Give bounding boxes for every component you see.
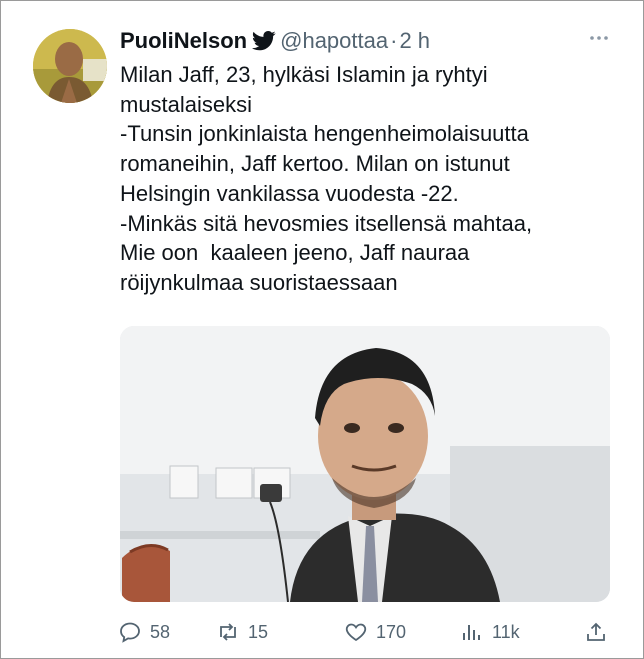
tweet-text-line: -Tunsin jonkinlaista hengenheimolaisuutt…	[120, 121, 529, 147]
bird-verified-icon	[252, 31, 276, 51]
retweet-icon	[220, 623, 236, 641]
views-count: 11k	[492, 621, 520, 642]
tweet-text-line: Milan Jaff, 23, hylkäsi Islamin ja ryhty…	[120, 62, 488, 87]
tweet-media-photo[interactable]	[120, 326, 610, 602]
tweet-actions: 58 15 170 11k	[118, 618, 613, 646]
more-dots-icon[interactable]	[587, 28, 611, 48]
views-icon	[463, 625, 480, 640]
like-button[interactable]: 170	[344, 618, 406, 646]
tweet-text-line: mustalaiseksi	[120, 91, 253, 117]
retweet-count: 15	[248, 621, 269, 642]
tweet-text-line: -Minkäs sitä hevosmies itsellensä mahtaa…	[120, 210, 533, 236]
display-name[interactable]: PuoliNelson	[120, 28, 247, 54]
timestamp[interactable]: 2 h	[399, 28, 430, 54]
reply-button[interactable]: 58	[118, 618, 170, 646]
heart-icon	[345, 623, 367, 642]
tweet-text-line: romaneihin, Jaff kertoo. Milan on istunu…	[120, 151, 510, 177]
tweet-text-line: Mie oon kaaleen jeeno, Jaff nauraa	[120, 240, 470, 266]
tweet-text: Milan Jaff, 23, hylkäsi Islamin ja ryhty…	[120, 60, 620, 298]
share-icon	[587, 622, 605, 641]
reply-count: 58	[150, 621, 171, 642]
avatar[interactable]	[33, 29, 107, 103]
tweet-header: PuoliNelson @hapottaa · 2 h	[120, 24, 430, 58]
user-handle[interactable]: @hapottaa	[280, 28, 388, 54]
tweet-text-line: Helsingin vankilassa vuodesta -22.	[120, 180, 459, 206]
like-count: 170	[376, 621, 407, 642]
views-button[interactable]: 11k	[460, 618, 520, 646]
share-button[interactable]	[584, 618, 608, 646]
retweet-button[interactable]: 15	[216, 618, 268, 646]
tweet-text-line: röijynkulmaa suoristaessaan	[120, 269, 398, 295]
header-separator: ·	[390, 28, 398, 53]
reply-icon	[120, 622, 140, 643]
